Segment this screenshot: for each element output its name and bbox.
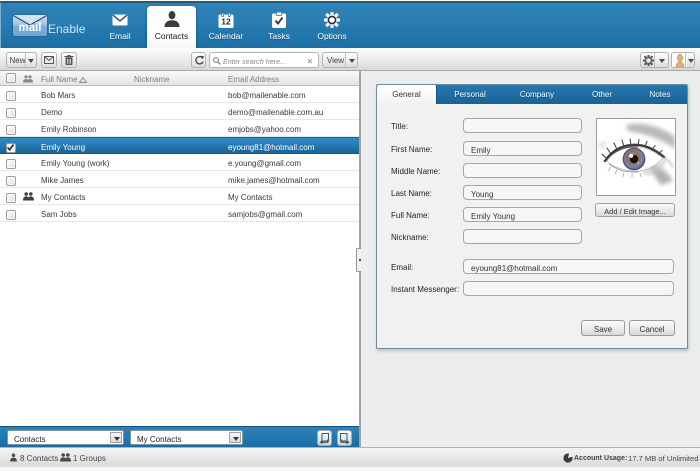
svg-text:12: 12: [221, 17, 231, 27]
